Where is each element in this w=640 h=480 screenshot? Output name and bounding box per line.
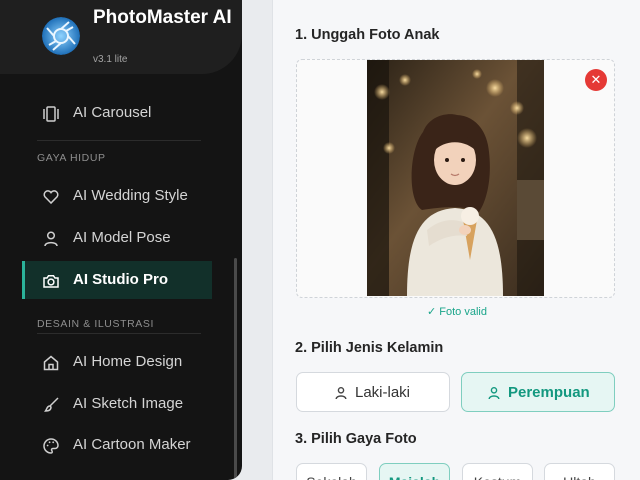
gender-option-female[interactable]: Perempuan [461,372,615,412]
home-icon [42,354,60,372]
sidebar-item-label: AI Cartoon Maker [73,436,191,453]
gender-option-label: Laki-laki [355,384,411,401]
style-option-majalah[interactable]: Majalah [379,463,450,480]
app-name: PhotoMaster AI [93,7,232,28]
heart-icon [42,188,60,206]
sidebar-item-ai-carousel[interactable]: AI Carousel [22,94,212,132]
sidebar-item-label: AI Sketch Image [73,395,184,412]
remove-photo-button[interactable]: ✕ [585,69,607,91]
sidebar-item-label: AI Studio Pro [73,271,168,288]
upload-section-title: 1. Unggah Foto Anak [295,27,440,43]
uploaded-photo-preview [367,60,544,296]
section-label-lifestyle: GAYA HIDUP [37,152,106,164]
sidebar-item-label: AI Wedding Style [73,187,188,204]
app-version: v3.1 lite [93,54,128,65]
palette-icon [42,437,60,455]
sidebar-item-ai-cartoon-maker[interactable]: AI Cartoon Maker [22,426,212,464]
person-icon [334,386,348,400]
divider [37,333,201,334]
sidebar-item-ai-studio-pro[interactable]: AI Studio Pro [22,261,212,299]
gender-section-title: 2. Pilih Jenis Kelamin [295,340,444,356]
carousel-icon [42,105,60,123]
studio-form-panel: 1. Unggah Foto Anak ✕ ✓ Foto valid 2. Pi… [272,0,640,480]
sidebar-scrollbar[interactable] [234,258,237,480]
gender-option-male[interactable]: Laki-laki [296,372,450,412]
person-icon [487,386,501,400]
sidebar-item-label: AI Carousel [73,104,152,121]
photo-valid-status: ✓ Foto valid [427,306,487,318]
style-option-ultah[interactable]: Ultah [544,463,615,480]
brush-icon [42,396,60,414]
sidebar-item-label: AI Home Design [73,353,183,370]
sidebar-item-ai-wedding-style[interactable]: AI Wedding Style [22,177,212,215]
photo-upload-dropzone[interactable]: ✕ [296,59,615,298]
person-icon [42,230,60,248]
camera-icon [42,272,60,290]
sidebar-item-ai-model-pose[interactable]: AI Model Pose [22,219,212,257]
sidebar-item-ai-sketch-image[interactable]: AI Sketch Image [22,385,212,423]
sidebar-item-label: AI Model Pose [73,229,171,246]
sidebar: PhotoMaster AI v3.1 lite AI Carousel GAY… [0,0,242,480]
sidebar-item-ai-home-design[interactable]: AI Home Design [22,343,212,381]
style-section-title: 3. Pilih Gaya Foto [295,431,417,447]
brand-header: PhotoMaster AI v3.1 lite [0,0,242,74]
style-option-kostum[interactable]: Kostum [462,463,533,480]
section-label-design: DESAIN & ILUSTRASI [37,318,154,330]
divider [37,140,201,141]
gender-option-label: Perempuan [508,384,590,401]
style-option-sekolah[interactable]: Sekolah [296,463,367,480]
app-logo-icon [42,17,80,55]
